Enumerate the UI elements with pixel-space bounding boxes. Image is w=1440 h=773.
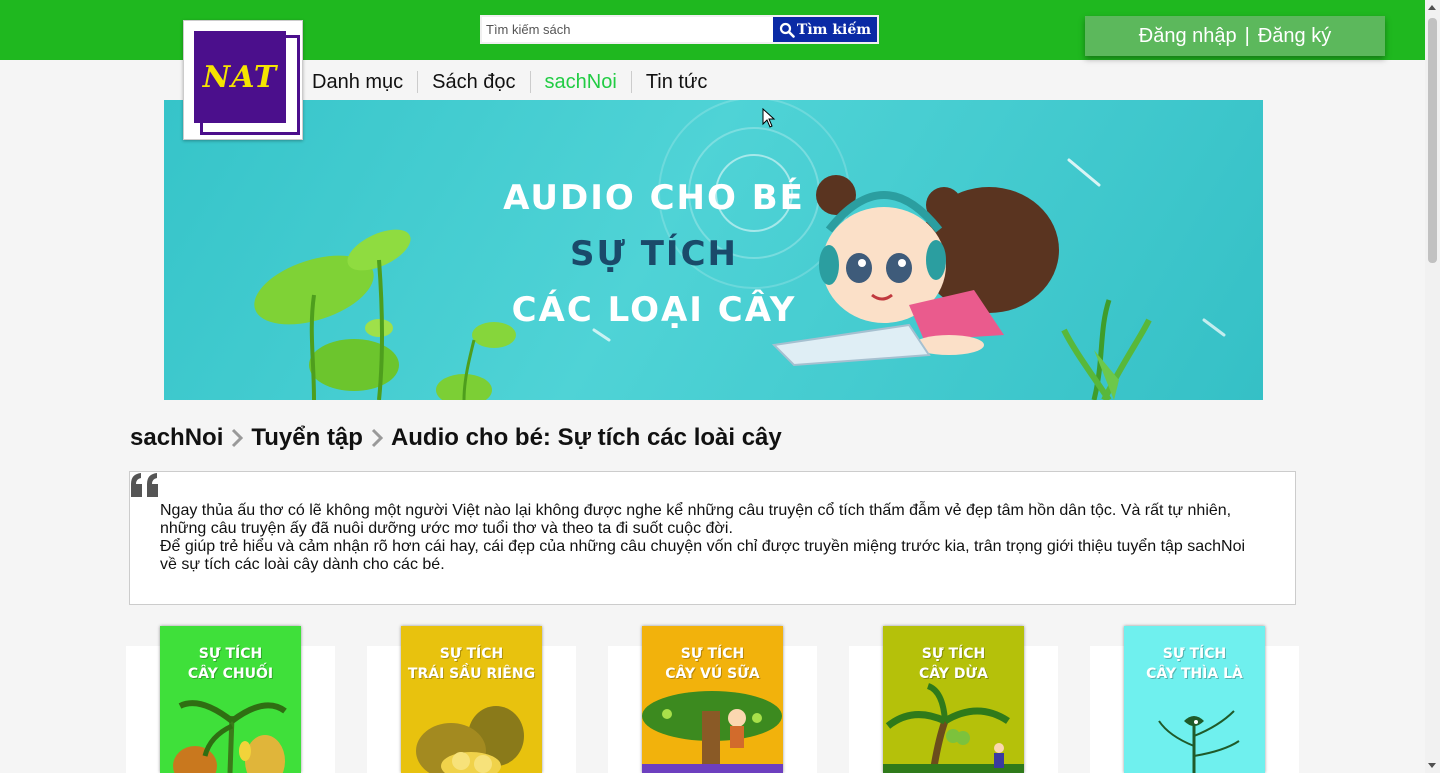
search-icon: [779, 22, 795, 38]
intro-paragraph-2: Để giúp trẻ hiểu và cảm nhận rõ hơn cái …: [160, 538, 1246, 573]
nav-item-tin-tuc[interactable]: Tin tức: [630, 71, 722, 93]
login-link[interactable]: Đăng nhập: [1139, 25, 1237, 48]
hero-banner: AUDIO CHO BÉ SỰ TÍCH CÁC LOẠI CÂY: [164, 100, 1263, 400]
main-nav: Danh mục Sách đọc sachNoi Tin tức: [312, 68, 721, 96]
banner-title-line3: CÁC LOẠI CÂY: [511, 290, 797, 330]
intro-text: Ngay thủa ấu thơ có lẽ không một người V…: [160, 502, 1260, 574]
book-list: SỰ TÍCH CÂY CHUỐI SỰ TÍCH TRÁI SẦU RIÊNG: [0, 626, 1425, 773]
search-bar: Tìm kiếm: [480, 15, 879, 44]
nav-item-sach-doc[interactable]: Sách đọc: [417, 71, 529, 93]
register-link[interactable]: Đăng ký: [1258, 25, 1331, 48]
scroll-up-arrow-icon[interactable]: [1428, 5, 1436, 10]
book-cover[interactable]: SỰ TÍCH CÂY THÌA LÀ: [1124, 626, 1265, 773]
banner-title-line2: SỰ TÍCH: [570, 234, 738, 274]
coconut-tree-illustration: [883, 683, 1024, 773]
auth-panel: Đăng nhập | Đăng ký: [1085, 16, 1385, 56]
book-cover[interactable]: SỰ TÍCH CÂY CHUỐI: [160, 626, 301, 773]
book-cover[interactable]: SỰ TÍCH CÂY VÚ SỮA: [642, 626, 783, 773]
logo-text: NAT: [202, 59, 278, 95]
nav-item-sachnoi[interactable]: sachNoi: [529, 71, 631, 93]
intro-paragraph-1: Ngay thủa ấu thơ có lẽ không một người V…: [160, 502, 1232, 537]
durian-illustration: [416, 706, 524, 773]
intro-box: Ngay thủa ấu thơ có lẽ không một người V…: [129, 471, 1296, 605]
nav-item-danh-muc[interactable]: Danh mục: [312, 71, 417, 93]
search-input[interactable]: [482, 17, 773, 42]
site-logo[interactable]: NAT: [183, 20, 303, 140]
breadcrumb-item-tuyen-tap[interactable]: Tuyển tập: [251, 424, 363, 452]
banana-tree-illustration: [173, 700, 287, 773]
banner-title-line1: AUDIO CHO BÉ: [503, 178, 805, 218]
dill-plant-illustration: [1158, 710, 1240, 773]
breadcrumb-item-current: Audio cho bé: Sự tích các loài cây: [390, 424, 782, 451]
search-button[interactable]: Tìm kiếm: [773, 17, 877, 42]
chevron-right-icon: [232, 428, 244, 448]
banner-title: AUDIO CHO BÉ SỰ TÍCH CÁC LOẠI CÂY: [164, 170, 1144, 338]
search-button-label: Tìm kiếm: [796, 21, 872, 38]
mouse-cursor-icon: [762, 108, 776, 128]
chevron-right-icon: [371, 428, 383, 448]
book-cover[interactable]: SỰ TÍCH TRÁI SẦU RIÊNG: [401, 626, 542, 773]
scroll-down-arrow-icon[interactable]: [1428, 763, 1436, 768]
book-cover[interactable]: SỰ TÍCH CÂY DỪA: [883, 626, 1024, 773]
scrollbar-thumb[interactable]: [1428, 18, 1437, 263]
breadcrumb: sachNoi Tuyển tập Audio cho bé: Sự tích …: [130, 424, 782, 452]
quote-icon: [131, 473, 158, 497]
breadcrumb-item-sachnoi[interactable]: sachNoi: [130, 424, 223, 452]
vertical-scrollbar[interactable]: [1425, 0, 1440, 773]
star-apple-tree-illustration: [642, 691, 783, 773]
auth-separator: |: [1244, 24, 1250, 47]
